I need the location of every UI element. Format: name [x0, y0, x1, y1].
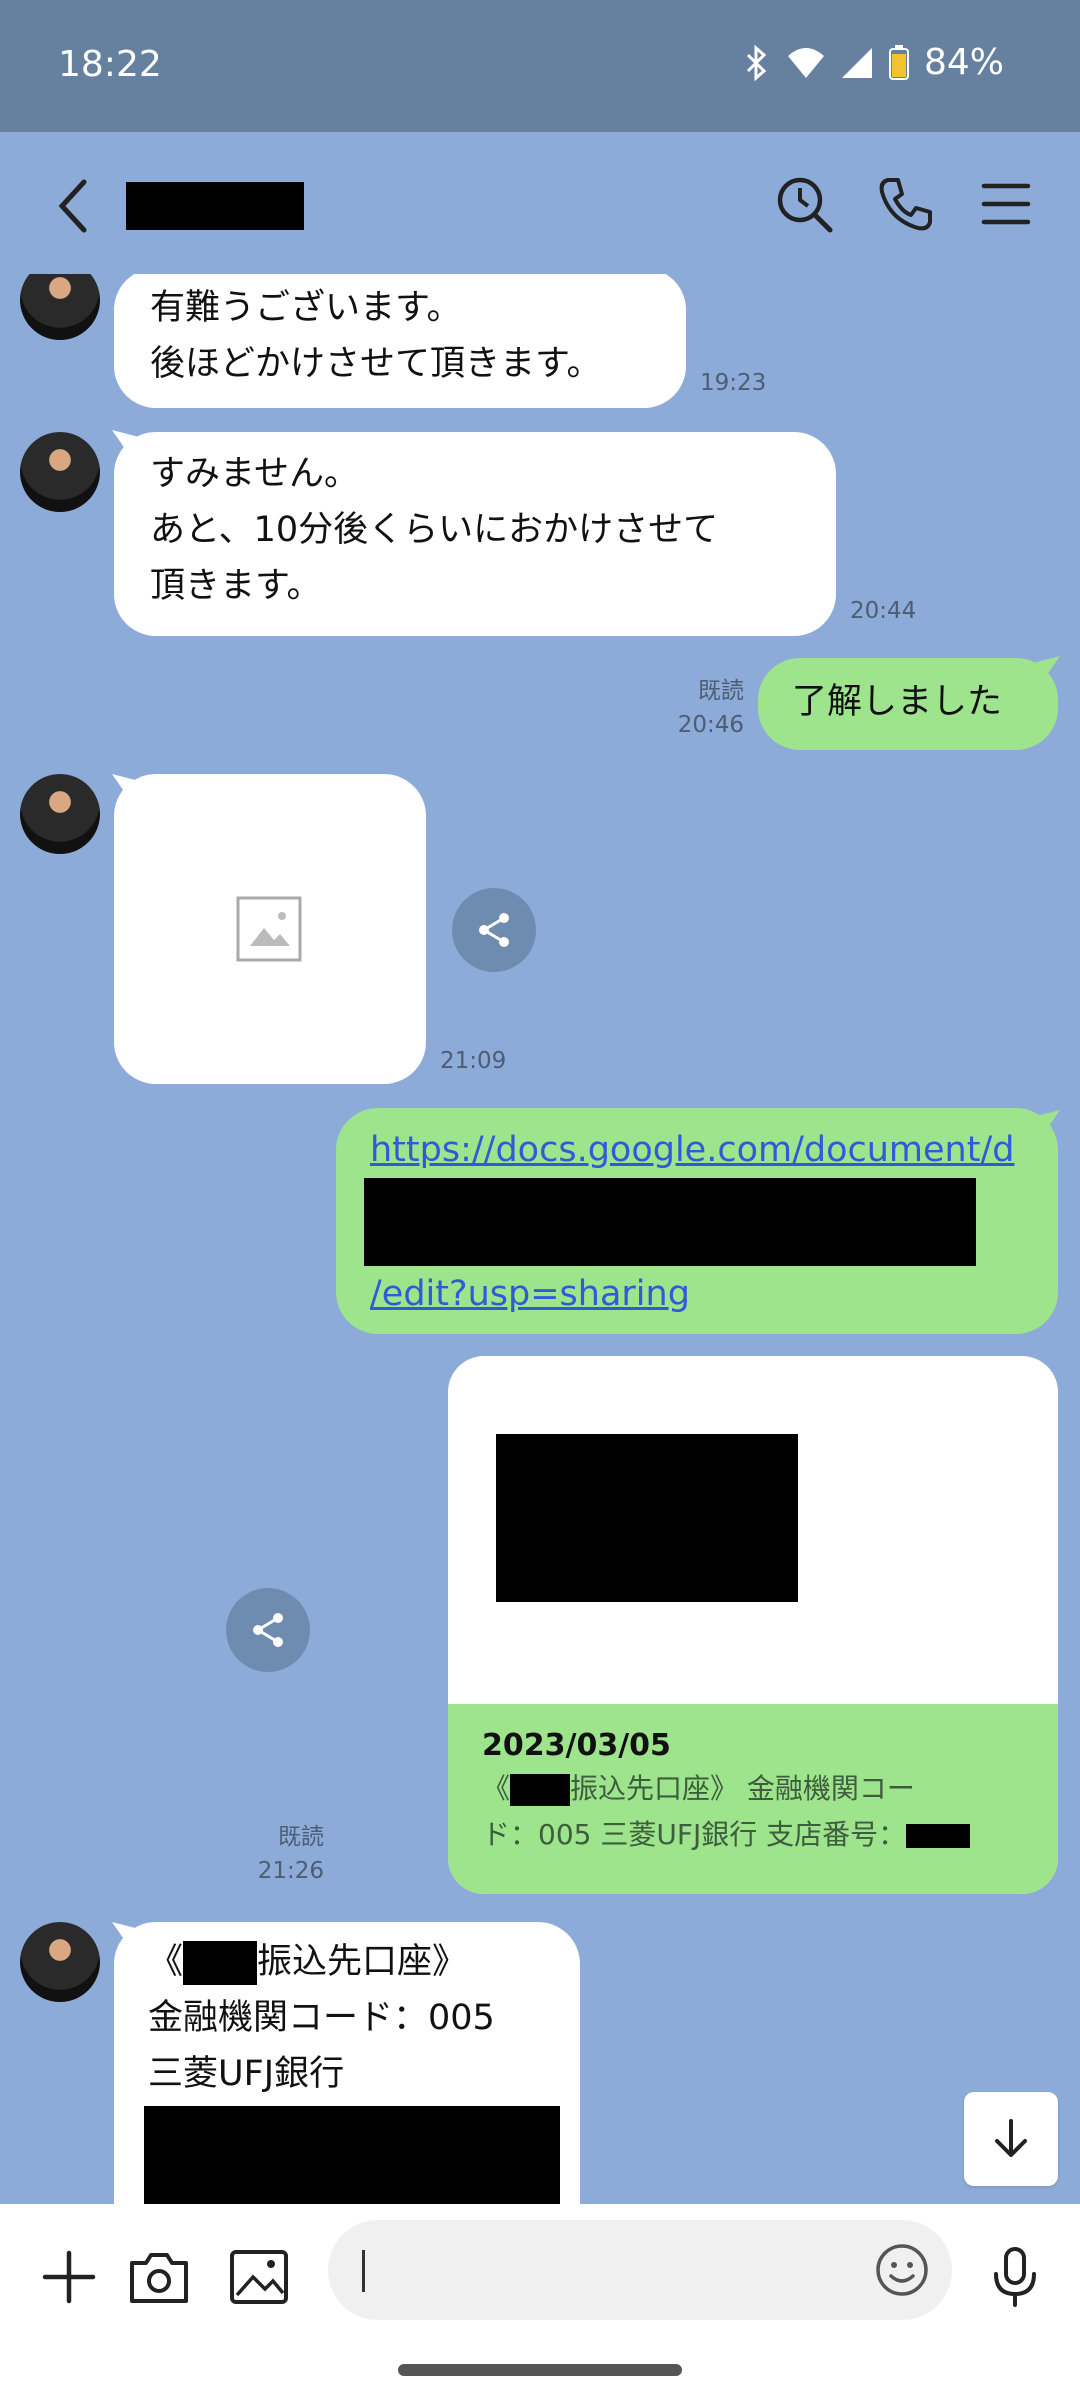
message-line: 金融機関コード：005 — [148, 1998, 495, 2038]
redacted-inline — [906, 1824, 971, 1848]
share-button[interactable] — [452, 888, 536, 972]
share-icon — [253, 1613, 283, 1647]
avatar[interactable] — [20, 774, 100, 854]
desc-text: ド：005 三菱UFJ銀行 支店番号： — [482, 1818, 907, 1851]
avatar[interactable] — [20, 274, 100, 340]
message-bubble[interactable]: 有難うございます。 後ほどかけさせて頂きます。 — [114, 274, 686, 408]
message-text: 了解しました — [792, 682, 1003, 722]
redacted-block — [144, 2106, 560, 2204]
menu-icon[interactable] — [974, 172, 1038, 236]
message-line: 三菱UFJ銀行 — [148, 2054, 345, 2094]
message-time: 19:23 — [700, 370, 767, 396]
search-history-icon[interactable] — [772, 172, 836, 236]
read-label: 既読 — [698, 678, 744, 704]
message-input-bar — [0, 2204, 1080, 2400]
gallery-button[interactable] — [224, 2242, 294, 2312]
read-receipt: 既読 20:46 — [640, 674, 744, 742]
message-input[interactable] — [328, 2220, 952, 2320]
camera-icon — [130, 2253, 188, 2303]
message-line: すみません。 — [150, 454, 359, 494]
battery-icon — [888, 44, 909, 80]
avatar[interactable] — [20, 1922, 100, 2002]
wifi-icon — [787, 47, 824, 78]
voice-button[interactable] — [980, 2242, 1050, 2312]
message-time: 21:26 — [257, 1858, 324, 1884]
text-caret — [362, 2250, 365, 2292]
message-bubble[interactable]: https://docs.google.com/document/d /edit… — [336, 1108, 1058, 1334]
link-bottom[interactable]: /edit?usp=sharing — [370, 1266, 1024, 1322]
message-bubble[interactable]: 《 振込先口座》 金融機関コード：005 三菱UFJ銀行 — [114, 1922, 580, 2204]
camera-button[interactable] — [124, 2242, 194, 2312]
message-line: 《 振込先口座》 — [148, 1934, 546, 1990]
bluetooth-icon — [746, 44, 767, 81]
desc-text: 振込先口座》 金融機関コー — [570, 1772, 915, 1805]
add-button[interactable] — [34, 2242, 104, 2312]
redacted-inline — [510, 1774, 571, 1806]
gallery-icon — [230, 2250, 288, 2304]
preview-date: 2023/03/05 — [482, 1728, 671, 1763]
contact-name-redacted — [126, 182, 304, 230]
image-message[interactable] — [114, 774, 426, 1084]
emoji-icon[interactable] — [874, 2242, 930, 2298]
message-line: 頂きます。 — [150, 566, 322, 606]
share-button[interactable] — [226, 1588, 310, 1672]
message-line: あと、10分後くらいにおかけさせて — [150, 510, 719, 550]
avatar[interactable] — [20, 432, 100, 512]
status-time: 18:22 — [58, 44, 162, 85]
desc-text: 《 — [482, 1772, 511, 1805]
redacted-block — [364, 1178, 976, 1266]
microphone-icon — [994, 2247, 1036, 2307]
message-line: 有難うございます。 — [150, 288, 462, 328]
read-receipt: 既読 21:26 — [220, 1820, 324, 1888]
message-time: 21:09 — [440, 1048, 507, 1074]
share-icon — [479, 913, 509, 947]
message-line: 後ほどかけさせて頂きます。 — [150, 344, 602, 384]
chat-messages[interactable]: 有難うございます。 後ほどかけさせて頂きます。 19:23 すみません。 あと、… — [0, 274, 1080, 2204]
phone-icon[interactable] — [874, 172, 938, 236]
link-top[interactable]: https://docs.google.com/document/d — [370, 1122, 1024, 1178]
redacted-inline — [183, 1941, 258, 1985]
message-bubble[interactable]: 了解しました — [758, 658, 1058, 750]
status-icons: 84% — [742, 42, 1004, 83]
preview-description: 《 振込先口座》 金融機関コー ド：005 三菱UFJ銀行 支店番号： — [482, 1766, 1024, 1858]
message-time: 20:44 — [850, 598, 917, 624]
home-indicator — [398, 2364, 682, 2376]
chat-header — [0, 132, 1080, 274]
link-preview-info: 2023/03/05 《 振込先口座》 金融機関コー ド：005 三菱UFJ銀行 … — [448, 1704, 1058, 1894]
cell-signal-icon — [841, 47, 872, 78]
message-text: 《 — [148, 1942, 184, 1982]
image-placeholder-icon — [236, 896, 302, 962]
link-preview-card[interactable]: 2023/03/05 《 振込先口座》 金融機関コー ド：005 三菱UFJ銀行 … — [448, 1356, 1058, 1894]
status-bar: 18:22 84% — [0, 0, 1080, 132]
preview-thumbnail-redacted — [496, 1434, 798, 1602]
back-arrow-icon[interactable] — [50, 176, 98, 236]
plus-icon — [42, 2250, 96, 2304]
message-time: 20:46 — [677, 712, 744, 738]
message-text: 振込先口座》 — [257, 1942, 468, 1982]
scroll-to-bottom-button[interactable] — [964, 2092, 1058, 2186]
battery-percent: 84% — [923, 42, 1004, 83]
message-bubble[interactable]: すみません。 あと、10分後くらいにおかけさせて 頂きます。 — [114, 432, 836, 636]
read-label: 既読 — [278, 1824, 324, 1850]
arrow-down-icon — [995, 2119, 1027, 2157]
